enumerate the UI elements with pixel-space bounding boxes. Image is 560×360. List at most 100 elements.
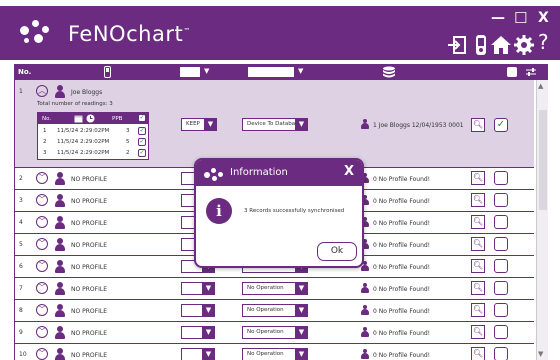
chevron-down-icon[interactable]: ▼ (202, 348, 215, 360)
search-profile-button[interactable]: 🔍︎ (471, 171, 485, 185)
settings-icon[interactable] (513, 34, 535, 56)
reading-ppb: 2 (126, 150, 130, 156)
mode-dropdown[interactable]: ▼ (181, 282, 215, 295)
reading-checkbox[interactable]: ✓ (138, 127, 146, 135)
collapse-row-icon[interactable]: ︿ (36, 85, 48, 97)
row-select-checkbox[interactable] (494, 325, 508, 339)
mode-dropdown[interactable]: ▼ (181, 304, 215, 317)
expand-row-icon[interactable]: ﹀ (36, 238, 48, 250)
mode-filter-dropdown[interactable] (180, 67, 200, 77)
chevron-down-icon[interactable]: ▼ (295, 304, 308, 317)
row-select-checkbox[interactable] (494, 259, 508, 273)
row-select-checkbox[interactable] (494, 281, 508, 295)
row-select-checkbox[interactable] (494, 303, 508, 317)
patient-info: 1 Joe Bloggs 12/04/1953 0001 (361, 119, 464, 129)
logo-icon (18, 18, 58, 48)
search-profile-button[interactable]: 🔍︎ (471, 118, 485, 132)
expand-row-icon[interactable]: ﹀ (36, 260, 48, 272)
search-profile-button[interactable]: 🔍︎ (471, 215, 485, 229)
row-select-checkbox[interactable] (494, 193, 508, 207)
chevron-down-icon[interactable]: ▼ (202, 282, 215, 295)
reading-date: 11/5/24 (57, 139, 79, 145)
search-profile-button[interactable]: 🔍︎ (471, 347, 485, 360)
mode-dropdown[interactable]: ▼ (181, 348, 215, 360)
row-select-checkbox[interactable] (494, 215, 508, 229)
chevron-down-icon[interactable]: ▼ (204, 118, 217, 131)
minimize-button[interactable]: — (491, 10, 505, 26)
expand-row-icon[interactable]: ﹀ (36, 326, 48, 338)
help-icon[interactable]: ? (538, 30, 549, 54)
row-select-checkbox[interactable] (494, 171, 508, 185)
expand-row-icon[interactable]: ﹀ (36, 194, 48, 206)
search-profile-button[interactable]: 🔍︎ (471, 259, 485, 273)
operation-dropdown[interactable]: Device To Database ▼ (242, 118, 308, 131)
mode-dropdown[interactable]: ▼ (181, 326, 215, 339)
search-profile-button[interactable]: 🔍︎ (471, 237, 485, 251)
operation-dropdown[interactable]: No Operation ▼ (242, 326, 308, 339)
scroll-up-icon[interactable]: ▲ (538, 82, 543, 90)
readings-header-ppb: PPB (112, 116, 123, 122)
operation-dropdown[interactable]: No Operation ▼ (242, 304, 308, 317)
patient-name: NO PROFILE (71, 286, 107, 293)
chevron-down-icon[interactable]: ▼ (202, 304, 215, 317)
row-number: 1 (19, 88, 23, 95)
dialog-close-button[interactable]: X (344, 164, 354, 179)
operation-dropdown[interactable]: No Operation ▼ (242, 282, 308, 295)
close-button[interactable]: X (538, 10, 549, 26)
scroll-down-icon[interactable]: ▼ (538, 350, 543, 358)
info-icon: i (206, 198, 232, 224)
operation-filter-dropdown[interactable] (248, 67, 294, 77)
row-select-checkbox[interactable] (494, 237, 508, 251)
table-row[interactable]: 7 ﹀ NO PROFILE ▼ No Operation ▼ 0 No Profile F… (15, 278, 534, 300)
table-row[interactable]: 8 ﹀ NO PROFILE ▼ No Operation ▼ 0 No Profile F… (15, 300, 534, 322)
row-number: 8 (19, 307, 23, 314)
expand-row-icon[interactable]: ﹀ (36, 304, 48, 316)
logout-icon[interactable] (446, 34, 468, 56)
patient-name: NO PROFILE (71, 176, 107, 183)
person-icon (55, 260, 65, 273)
operation-filter-chevron-icon[interactable]: ▼ (298, 67, 303, 75)
mode-dropdown[interactable]: KEEP ▼ (181, 118, 217, 131)
chevron-down-icon[interactable]: ▼ (295, 348, 308, 360)
chevron-down-icon[interactable]: ▼ (202, 326, 215, 339)
filter-sliders-icon[interactable] (526, 67, 536, 77)
patient-icon (361, 283, 369, 293)
reading-number: 2 (43, 139, 47, 145)
row-select-checkbox[interactable] (494, 347, 508, 360)
operation-dropdown[interactable]: No Operation ▼ (242, 348, 308, 360)
row-select-checkbox[interactable]: ✓ (494, 118, 508, 132)
row-number: 10 (19, 351, 27, 358)
select-all-checkbox[interactable] (507, 67, 517, 77)
table-row[interactable]: 9 ﹀ NO PROFILE ▼ No Operation ▼ 0 No Profile F… (15, 322, 534, 344)
person-icon (55, 304, 65, 317)
expand-row-icon[interactable]: ﹀ (36, 282, 48, 294)
mode-filter-chevron-icon[interactable]: ▼ (204, 67, 209, 75)
expand-row-icon[interactable]: ﹀ (36, 216, 48, 228)
search-profile-button[interactable]: 🔍︎ (471, 193, 485, 207)
device-icon[interactable] (470, 34, 492, 56)
chevron-down-icon[interactable]: ▼ (295, 282, 308, 295)
chevron-down-icon[interactable]: ▼ (295, 326, 308, 339)
expand-row-icon[interactable]: ﹀ (36, 172, 48, 184)
operation-dropdown-value: No Operation (247, 351, 284, 357)
table-row-expanded[interactable]: 1 ︿ Joe Bloggs Total number of readings:… (15, 80, 534, 168)
search-profile-button[interactable]: 🔍︎ (471, 281, 485, 295)
readings-select-all-checkbox[interactable]: ✓ (138, 114, 146, 122)
maximize-button[interactable]: ☐ (514, 9, 527, 27)
search-profile-button[interactable]: 🔍︎ (471, 303, 485, 317)
table-row[interactable]: 10 ﹀ NO PROFILE ▼ No Operation ▼ 0 No Profile … (15, 344, 534, 360)
expand-row-icon[interactable]: ﹀ (36, 348, 48, 360)
row-number: 9 (19, 329, 23, 336)
vertical-scrollbar[interactable]: ▲ ▼ (536, 80, 548, 360)
home-icon[interactable] (490, 34, 512, 56)
ok-button[interactable]: Ok (317, 242, 357, 261)
person-icon (55, 85, 65, 98)
dialog-message: 3 Records successfully synchronised (244, 208, 345, 214)
search-profile-button[interactable]: 🔍︎ (471, 325, 485, 339)
chevron-down-icon[interactable]: ▼ (295, 118, 308, 131)
patient-info: 0 No Profile Found! (361, 283, 430, 293)
scrollbar-thumb[interactable] (539, 110, 547, 210)
reading-checkbox[interactable]: ✓ (138, 149, 146, 157)
reading-ppb: 3 (126, 128, 130, 134)
reading-checkbox[interactable]: ✓ (138, 138, 146, 146)
